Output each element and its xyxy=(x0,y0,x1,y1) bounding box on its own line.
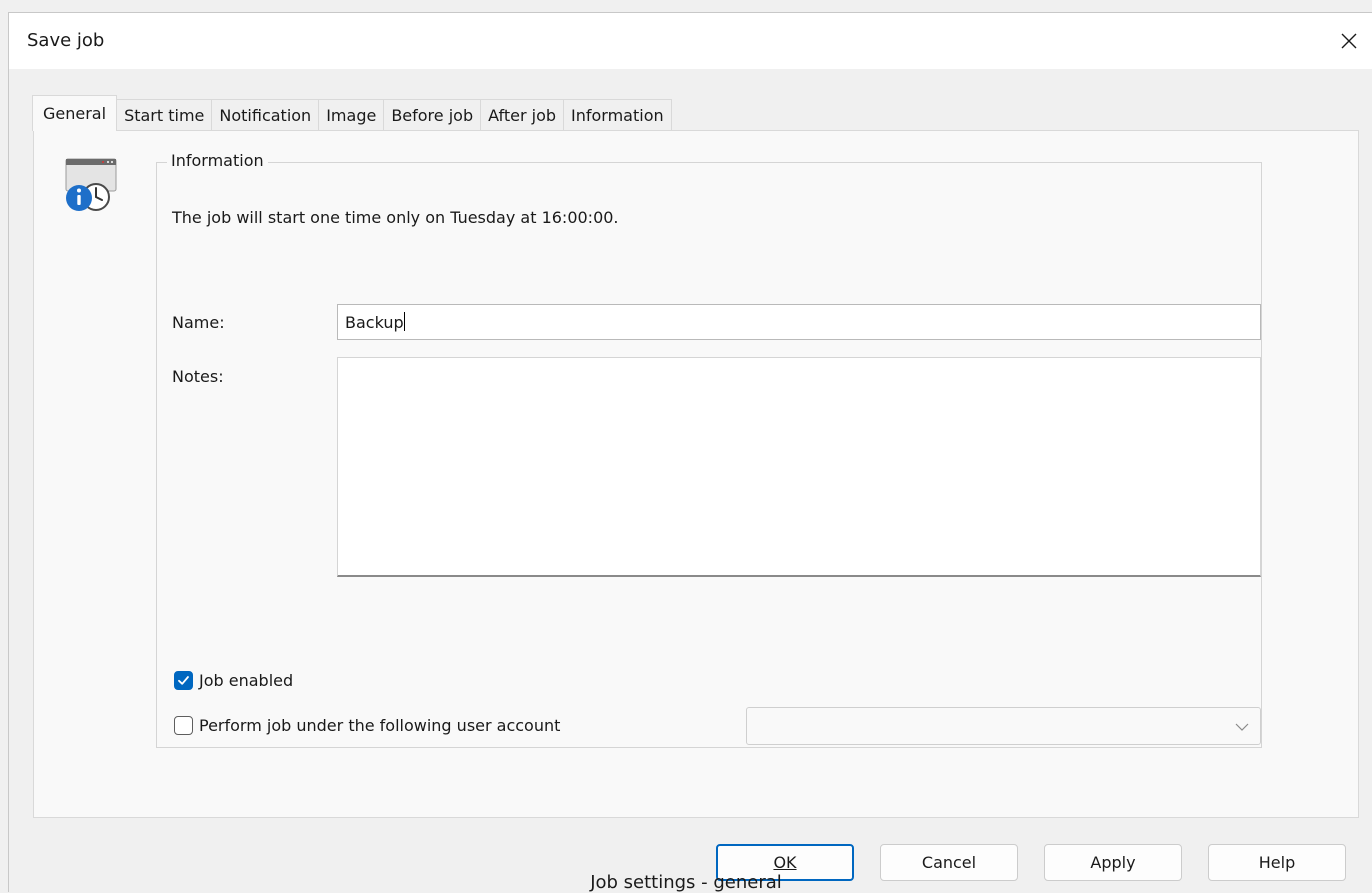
tab-image[interactable]: Image xyxy=(318,99,385,131)
tab-information[interactable]: Information xyxy=(563,99,672,131)
figure-caption: Job settings - general xyxy=(590,872,782,893)
title-bar: Save job xyxy=(9,13,1372,69)
cancel-button-label: Cancel xyxy=(921,853,977,872)
user-account-checkbox[interactable] xyxy=(174,716,193,735)
tab-strip: General Start time Notification Image Be… xyxy=(32,95,672,131)
information-group-label: Information xyxy=(167,151,268,170)
job-enabled-label: Job enabled xyxy=(199,671,294,690)
chevron-down-icon xyxy=(1235,723,1249,731)
tab-notification[interactable]: Notification xyxy=(211,99,320,131)
name-field[interactable]: Backup xyxy=(337,304,1261,340)
close-icon xyxy=(1341,33,1357,49)
tab-start-time[interactable]: Start time xyxy=(116,99,213,131)
user-account-label: Perform job under the following user acc… xyxy=(199,716,561,735)
info-clock-icon xyxy=(65,158,117,211)
text-caret xyxy=(403,312,405,331)
tab-after-job[interactable]: After job xyxy=(480,99,565,131)
window-title: Save job xyxy=(27,30,105,51)
general-tab-panel: Information The job will start one time … xyxy=(33,130,1359,818)
notes-field[interactable] xyxy=(337,357,1261,577)
tab-before-job[interactable]: Before job xyxy=(383,99,482,131)
user-account-checkbox-row[interactable]: Perform job under the following user acc… xyxy=(174,716,560,735)
close-button[interactable] xyxy=(1326,13,1372,69)
notes-label: Notes: xyxy=(172,367,224,386)
help-button-label: Help xyxy=(1258,853,1296,872)
job-enabled-checkbox[interactable] xyxy=(174,671,193,690)
ok-button-label: OK xyxy=(773,853,797,872)
apply-button-label: Apply xyxy=(1090,853,1136,872)
schedule-info-text: The job will start one time only on Tues… xyxy=(172,208,619,227)
dialog-client-area: General Start time Notification Image Be… xyxy=(9,69,1372,892)
tab-general[interactable]: General xyxy=(32,95,118,131)
checkmark-icon xyxy=(178,676,189,685)
name-label: Name: xyxy=(172,313,225,332)
save-job-dialog: Save job General Start time Notification… xyxy=(8,12,1372,892)
name-field-value: Backup xyxy=(345,313,404,332)
job-enabled-checkbox-row[interactable]: Job enabled xyxy=(174,671,293,690)
user-account-dropdown[interactable] xyxy=(746,707,1261,745)
information-groupbox: Information The job will start one time … xyxy=(156,151,1262,748)
